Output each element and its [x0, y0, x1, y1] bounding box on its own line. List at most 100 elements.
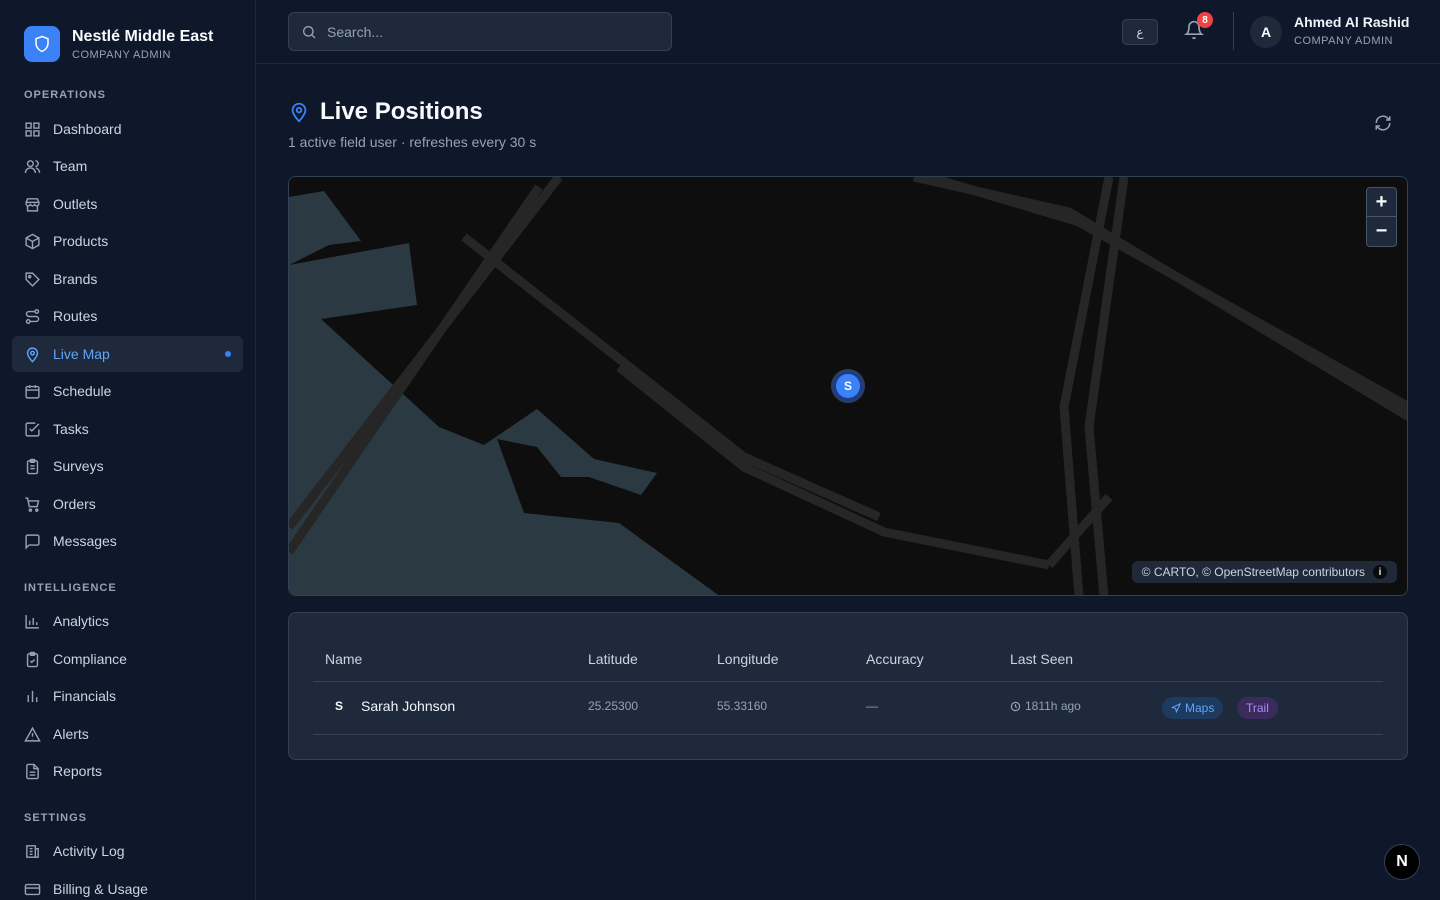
sidebar-item-brands[interactable]: Brands	[12, 261, 243, 297]
zoom-out-button[interactable]: −	[1367, 217, 1396, 246]
trail-link[interactable]: Trail	[1237, 697, 1278, 719]
section-label-operations: OPERATIONS	[24, 89, 106, 101]
page-title: Live Positions	[320, 98, 483, 125]
clipboard-icon	[26, 458, 39, 474]
sidebar-item-schedule[interactable]: Schedule	[12, 373, 243, 409]
sidebar-item-routes[interactable]: Routes	[12, 298, 243, 334]
sidebar-item-alerts[interactable]: Alerts	[12, 716, 243, 752]
sidebar-item-label: Dashboard	[53, 121, 122, 137]
sidebar-item-label: Schedule	[53, 383, 112, 399]
refresh-button[interactable]	[1374, 114, 1394, 134]
navigation-icon	[1171, 703, 1181, 713]
row-last-seen: 1811h ago	[1010, 699, 1081, 713]
brand[interactable]: Nestlé Middle East COMPANY ADMIN	[24, 26, 213, 62]
sidebar-item-team[interactable]: Team	[12, 148, 243, 184]
sidebar-item-label: Outlets	[53, 196, 98, 212]
brand-role: COMPANY ADMIN	[72, 48, 171, 61]
file-icon	[26, 763, 39, 779]
row-name: Sarah Johnson	[361, 698, 456, 714]
clipboard-check-icon	[26, 651, 39, 667]
user-role: COMPANY ADMIN	[1294, 35, 1393, 47]
section-label-intelligence: INTELLIGENCE	[24, 582, 117, 594]
bar-chart-icon	[25, 614, 39, 629]
sidebar-item-outlets[interactable]: Outlets	[12, 186, 243, 222]
route-icon	[25, 308, 40, 324]
tag-icon	[25, 271, 40, 287]
user-name[interactable]: Ahmed Al Rashid	[1294, 14, 1409, 30]
sidebar-item-messages[interactable]: Messages	[12, 523, 243, 559]
search-input[interactable]	[327, 23, 647, 40]
sidebar-item-label: Compliance	[53, 651, 127, 667]
sidebar-item-label: Surveys	[53, 458, 104, 474]
sidebar-item-label: Messages	[53, 533, 117, 549]
user-avatar[interactable]: A	[1250, 16, 1282, 48]
column-header-latitude: Latitude	[588, 651, 638, 667]
sidebar-item-surveys[interactable]: Surveys	[12, 448, 243, 484]
sidebar-item-orders[interactable]: Orders	[12, 486, 243, 522]
row-longitude: 55.33160	[717, 699, 768, 713]
map-attribution: © CARTO, © OpenStreetMap contributors i	[1131, 561, 1397, 583]
attribution-text: © CARTO, © OpenStreetMap contributors	[1141, 565, 1365, 579]
shield-icon	[24, 26, 60, 62]
top-header: ع 8 A Ahmed Al Rashid COMPANY ADMIN	[256, 0, 1440, 64]
column-header-accuracy: Accuracy	[866, 651, 924, 667]
zoom-in-button[interactable]: +	[1367, 188, 1396, 217]
sidebar-item-financials[interactable]: Financials	[12, 678, 243, 714]
page-subtitle: 1 active field user · refreshes every 30…	[288, 134, 537, 150]
sidebar-item-label: Brands	[53, 271, 98, 287]
sidebar-item-label: Analytics	[53, 613, 110, 629]
store-icon	[25, 197, 40, 212]
message-icon	[25, 533, 40, 550]
live-map[interactable]: + − S © CARTO, © OpenStreetMap contribut…	[288, 176, 1408, 596]
sidebar-item-compliance[interactable]: Compliance	[12, 641, 243, 677]
credit-card-icon	[24, 883, 41, 895]
maps-link[interactable]: Maps	[1162, 697, 1224, 719]
row-latitude: 25.25300	[588, 699, 639, 713]
sidebar-item-label: Billing & Usage	[53, 881, 148, 897]
sidebar-item-dashboard[interactable]: Dashboard	[12, 111, 243, 147]
sidebar-item-billing[interactable]: Billing & Usage	[12, 871, 243, 900]
sidebar-item-label: Reports	[53, 763, 103, 779]
language-toggle-button[interactable]: ع	[1122, 19, 1158, 45]
search-box[interactable]	[288, 12, 672, 51]
table-header-divider	[313, 681, 1383, 682]
sidebar-item-live-map[interactable]: Live Map	[12, 336, 243, 372]
column-header-longitude: Longitude	[717, 651, 779, 667]
sidebar-item-label: Team	[53, 158, 88, 174]
column-header-last-seen: Last Seen	[1010, 651, 1074, 667]
clock-icon	[1010, 701, 1021, 711]
dashboard-icon	[25, 121, 40, 137]
section-label-settings: SETTINGS	[24, 812, 88, 824]
notifications-button[interactable]: 8	[1183, 12, 1213, 42]
info-icon[interactable]: i	[1373, 565, 1387, 579]
last-seen-text: 1811h ago	[1025, 699, 1081, 713]
sidebar: Nestlé Middle East COMPANY ADMIN OPERATI…	[0, 0, 256, 900]
sidebar-item-tasks[interactable]: Tasks	[12, 411, 243, 447]
chart-icon	[27, 690, 38, 702]
alert-icon	[24, 726, 41, 742]
notification-count-badge: 8	[1197, 12, 1213, 28]
header-divider	[1233, 12, 1234, 50]
sidebar-item-label: Live Map	[53, 346, 110, 362]
search-icon	[303, 25, 316, 38]
sidebar-item-label: Tasks	[53, 421, 89, 437]
table-row-divider	[313, 734, 1383, 735]
active-indicator-dot	[225, 351, 231, 357]
positions-table: Name Latitude Longitude Accuracy Last Se…	[288, 612, 1408, 760]
package-icon	[25, 233, 40, 249]
sidebar-item-label: Routes	[53, 308, 98, 324]
sidebar-item-analytics[interactable]: Analytics	[12, 603, 243, 639]
map-pin-icon	[291, 102, 307, 123]
maps-link-label: Maps	[1185, 701, 1215, 715]
users-icon	[24, 159, 41, 173]
map-pin-icon	[26, 346, 39, 363]
sidebar-item-products[interactable]: Products	[12, 223, 243, 259]
sidebar-item-label: Products	[53, 233, 109, 249]
zoom-controls: + −	[1366, 187, 1397, 247]
sidebar-item-reports[interactable]: Reports	[12, 753, 243, 789]
sidebar-item-activity-log[interactable]: Activity Log	[12, 833, 243, 869]
sidebar-item-label: Activity Log	[53, 843, 125, 859]
user-location-marker[interactable]: S	[833, 371, 863, 401]
brand-name: Nestlé Middle East	[72, 27, 214, 45]
dev-tools-badge[interactable]: N	[1384, 844, 1420, 880]
